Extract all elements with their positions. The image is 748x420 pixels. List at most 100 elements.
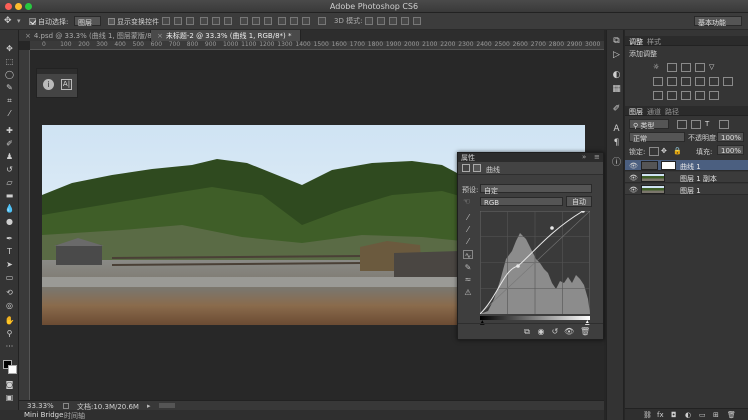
- quick-mask-icon[interactable]: ◙: [4, 380, 15, 389]
- layer-row[interactable]: 👁 图层 1 副本: [625, 172, 748, 183]
- distribute-hcenter-icon[interactable]: [290, 17, 298, 25]
- fill-input[interactable]: 100%: [717, 145, 744, 155]
- layer-name[interactable]: 图层 1: [680, 186, 701, 196]
- black-white-icon[interactable]: [681, 77, 691, 86]
- healing-brush-icon[interactable]: ✚: [4, 126, 15, 135]
- distribute-right-icon[interactable]: [302, 17, 310, 25]
- layers-empty-area[interactable]: [625, 196, 748, 408]
- layer-filter-dropdown[interactable]: ⚲ 类型: [629, 119, 669, 130]
- delete-layer-icon[interactable]: 🗑: [727, 411, 736, 419]
- distribute-top-icon[interactable]: [240, 17, 248, 25]
- set-white-point-icon[interactable]: ⁄: [463, 237, 473, 246]
- filter-type-icon[interactable]: T: [705, 120, 715, 129]
- set-black-point-icon[interactable]: ⁄: [463, 213, 473, 222]
- pen-tool-icon[interactable]: ✒: [4, 234, 15, 243]
- show-transform-checkbox[interactable]: [108, 18, 115, 25]
- crop-tool-icon[interactable]: ⌗: [4, 96, 15, 105]
- type-tool-icon[interactable]: T: [4, 247, 15, 256]
- adjustment-layer-icon[interactable]: [462, 164, 470, 172]
- 3d-slide-icon[interactable]: [401, 17, 409, 25]
- filter-shape-icon[interactable]: [719, 120, 729, 129]
- collapse-icon[interactable]: »: [582, 153, 586, 161]
- camera-tool-icon[interactable]: ◎: [4, 301, 15, 310]
- shape-tool-icon[interactable]: ▭: [4, 273, 15, 282]
- marquee-tool-icon[interactable]: ⬚: [4, 57, 15, 66]
- new-adjustment-icon[interactable]: ◐: [685, 411, 691, 419]
- invert-icon[interactable]: [653, 91, 663, 100]
- on-image-adjust-icon[interactable]: ☜: [463, 197, 470, 206]
- layer-row[interactable]: 👁 曲线 1: [625, 160, 748, 171]
- 3d-tool-icon[interactable]: ⟲: [4, 288, 15, 297]
- edit-points-icon[interactable]: ∿: [463, 250, 473, 260]
- new-group-icon[interactable]: ▭: [699, 411, 706, 419]
- brightness-contrast-icon[interactable]: ☼: [653, 63, 663, 72]
- delete-icon[interactable]: 🗑: [580, 327, 590, 336]
- hand-tool-icon[interactable]: ✋: [4, 316, 15, 325]
- photo-filter-icon[interactable]: [695, 77, 705, 86]
- posterize-icon[interactable]: [667, 91, 677, 100]
- set-gray-point-icon[interactable]: ⁄: [463, 225, 473, 234]
- 3d-roll-icon[interactable]: [377, 17, 385, 25]
- color-icon[interactable]: ◐: [611, 70, 622, 81]
- tab-4psd[interactable]: × 4.psd @ 33.3% (曲线 1, 图层蒙版/8) *: [19, 30, 160, 41]
- eraser-tool-icon[interactable]: ▱: [4, 178, 15, 187]
- move-tool-icon[interactable]: ✥: [4, 44, 15, 53]
- move-tool-icon[interactable]: ✥: [4, 16, 12, 26]
- align-top-icon[interactable]: [162, 17, 170, 25]
- tool-preset-chevron-icon[interactable]: ▾: [17, 17, 21, 25]
- status-export-icon[interactable]: [63, 403, 69, 409]
- auto-button[interactable]: 自动: [566, 196, 592, 207]
- paragraph-panel-icon[interactable]: ¶: [611, 138, 622, 149]
- mini-bridge-tab[interactable]: Mini Bridge: [24, 411, 63, 419]
- tab-paths[interactable]: 路径: [665, 107, 679, 117]
- fx-icon[interactable]: fx: [657, 411, 664, 419]
- draw-curve-icon[interactable]: ✎: [463, 263, 473, 272]
- new-layer-icon[interactable]: ⊞: [713, 411, 719, 419]
- eyedropper-tool-icon[interactable]: ⁄: [4, 109, 15, 118]
- blur-tool-icon[interactable]: 💧: [4, 204, 15, 213]
- visibility-icon[interactable]: 👁: [564, 327, 574, 336]
- layer-mask-thumbnail[interactable]: [661, 161, 676, 170]
- blend-mode-dropdown[interactable]: 正常: [629, 132, 685, 143]
- filter-adjust-icon[interactable]: [691, 120, 701, 129]
- smooth-curve-icon[interactable]: ≈: [463, 275, 473, 284]
- levels-icon[interactable]: [667, 63, 677, 72]
- tab-styles[interactable]: 样式: [647, 37, 661, 47]
- tab-untitled-2[interactable]: × 未标题-2 @ 33.3% (曲线 1, RGB/8*) *: [151, 30, 301, 41]
- auto-align-icon[interactable]: [318, 17, 326, 25]
- mini-panel-header[interactable]: [37, 69, 77, 74]
- distribute-vcenter-icon[interactable]: [252, 17, 260, 25]
- align-left-icon[interactable]: [200, 17, 208, 25]
- clipping-warning-icon[interactable]: ⚠: [463, 288, 473, 297]
- quick-select-tool-icon[interactable]: ✎: [4, 83, 15, 92]
- tab-channels[interactable]: 通道: [647, 107, 661, 117]
- background-color-swatch[interactable]: [8, 365, 17, 374]
- 3d-scale-icon[interactable]: [413, 17, 421, 25]
- status-scroll-left[interactable]: [159, 403, 175, 408]
- lock-position-icon[interactable]: ✥: [661, 147, 671, 156]
- channel-dropdown[interactable]: RGB: [480, 197, 563, 207]
- timeline-tab[interactable]: 时间轴: [64, 411, 85, 420]
- curves-adjust-icon[interactable]: [681, 63, 691, 72]
- curves-graph[interactable]: [479, 209, 591, 315]
- eye-icon[interactable]: 👁: [629, 162, 638, 170]
- lock-all-icon[interactable]: 🔒: [673, 147, 683, 156]
- vibrance-icon[interactable]: ▽: [709, 63, 719, 72]
- threshold-icon[interactable]: [681, 91, 691, 100]
- more-tools-icon[interactable]: ···: [4, 342, 15, 351]
- layer-row[interactable]: 👁 图层 1: [625, 184, 748, 195]
- align-bottom-icon[interactable]: [186, 17, 194, 25]
- color-balance-icon[interactable]: [667, 77, 677, 86]
- clip-to-layer-icon[interactable]: ⧉: [522, 327, 532, 336]
- clone-stamp-icon[interactable]: ♟: [4, 152, 15, 161]
- eye-icon[interactable]: 👁: [629, 174, 638, 182]
- lasso-tool-icon[interactable]: ◯: [4, 70, 15, 79]
- actions-icon[interactable]: ▷: [611, 50, 622, 61]
- close-tab-icon[interactable]: ×: [157, 32, 163, 40]
- swatches-icon[interactable]: ▦: [611, 84, 622, 95]
- history-brush-icon[interactable]: ↺: [4, 165, 15, 174]
- selective-color-icon[interactable]: [709, 91, 719, 100]
- align-vcenter-icon[interactable]: [174, 17, 182, 25]
- status-menu-chevron-icon[interactable]: ▸: [147, 402, 151, 410]
- dodge-tool-icon[interactable]: ●: [4, 217, 15, 226]
